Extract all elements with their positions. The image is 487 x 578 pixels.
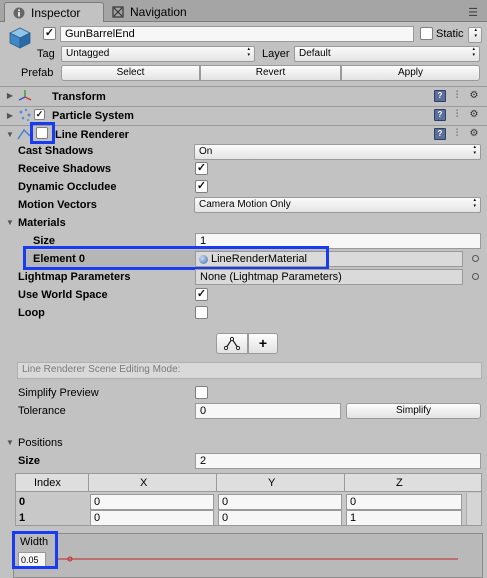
receive-shadows-checkbox[interactable]: ✓ — [195, 162, 208, 175]
divider — [0, 125, 487, 126]
dynamic-occludee-label: Dynamic Occludee — [18, 181, 117, 193]
materials-foldout-arrow[interactable]: ▼ — [5, 217, 15, 229]
active-checkbox[interactable]: ✓ — [43, 27, 56, 40]
receive-shadows-label: Receive Shadows — [18, 163, 111, 175]
cast-shadows-label: Cast Shadows — [18, 145, 94, 157]
line-renderer-foldout-arrow[interactable]: ▼ — [5, 129, 15, 141]
tab-menu-icon[interactable]: ☰ — [468, 6, 479, 19]
row0-x-input[interactable]: 0 — [90, 494, 214, 510]
tab-inspector[interactable]: Inspector — [4, 2, 104, 22]
transform-foldout-arrow[interactable]: ▶ — [5, 90, 15, 102]
edit-points-button[interactable] — [216, 333, 248, 354]
positions-table-scrollbar[interactable] — [466, 493, 481, 525]
line-renderer-icon — [17, 127, 31, 141]
row1-y-input[interactable]: 0 — [218, 510, 342, 526]
particle-system-title: Particle System — [52, 110, 134, 122]
gameobject-cube-icon — [8, 26, 32, 50]
help-book-icon[interactable]: ? — [434, 109, 446, 121]
edit-points-icon — [223, 336, 241, 351]
prefab-label: Prefab — [21, 67, 54, 79]
header-separator — [344, 474, 345, 492]
row1-index: 1 — [19, 512, 26, 524]
static-checkbox[interactable] — [420, 27, 433, 40]
scene-editing-mode-field: Line Renderer Scene Editing Mode: — [17, 362, 482, 379]
line-renderer-header-icons: ? ⫶ ⚙ — [434, 128, 480, 140]
preset-sliders-icon[interactable]: ⫶ — [451, 128, 463, 140]
highlight-width — [12, 531, 58, 569]
header-index: Index — [34, 477, 61, 489]
header-divider — [0, 86, 487, 87]
dynamic-occludee-checkbox[interactable]: ✓ — [195, 180, 208, 193]
help-book-icon[interactable]: ? — [434, 90, 446, 102]
prefab-revert-button[interactable]: Revert — [200, 65, 341, 81]
prefab-apply-button[interactable]: Apply — [341, 65, 480, 81]
motion-vectors-dropdown[interactable]: Camera Motion Only — [194, 197, 481, 213]
particle-system-foldout-arrow[interactable]: ▶ — [5, 110, 15, 122]
gear-icon[interactable]: ⚙ — [468, 90, 480, 102]
cast-shadows-dropdown[interactable]: On — [194, 144, 481, 160]
lightmap-params-label: Lightmap Parameters — [18, 271, 131, 283]
transform-icon — [17, 88, 33, 104]
lightmap-object-picker-icon[interactable] — [472, 273, 479, 280]
tab-navigation-label: Navigation — [130, 5, 187, 19]
simplify-preview-checkbox[interactable] — [195, 386, 208, 399]
header-separator — [88, 474, 89, 492]
static-dropdown[interactable] — [468, 27, 482, 43]
header-z: Z — [396, 477, 403, 489]
object-name-input[interactable]: GunBarrelEnd — [60, 26, 414, 42]
element0-object-picker-icon[interactable] — [472, 255, 479, 262]
lightmap-params-field[interactable]: None (Lightmap Parameters) — [195, 269, 463, 285]
particle-system-icon — [17, 107, 33, 123]
simplify-preview-label: Simplify Preview — [18, 387, 99, 399]
loop-label: Loop — [18, 307, 45, 319]
navigation-icon — [112, 6, 124, 18]
gear-icon[interactable]: ⚙ — [468, 109, 480, 121]
positions-label: Positions — [18, 437, 63, 449]
materials-label: Materials — [18, 217, 66, 229]
info-icon — [13, 7, 25, 19]
static-label: Static — [436, 28, 464, 40]
simplify-button[interactable]: Simplify — [346, 403, 481, 419]
layer-dropdown[interactable]: Default — [294, 46, 480, 62]
row0-y-input[interactable]: 0 — [218, 494, 342, 510]
prefab-select-button[interactable]: Select — [61, 65, 200, 81]
layer-label: Layer — [262, 48, 290, 60]
create-points-button[interactable]: + — [248, 333, 278, 354]
preset-sliders-icon[interactable]: ⫶ — [451, 109, 463, 121]
world-space-label: Use World Space — [18, 289, 108, 301]
particle-system-enabled-checkbox[interactable]: ✓ — [34, 109, 45, 120]
width-curve-area[interactable] — [13, 533, 483, 578]
row0-z-input[interactable]: 0 — [346, 494, 462, 510]
tolerance-input[interactable]: 0 — [195, 403, 341, 419]
gear-icon[interactable]: ⚙ — [468, 128, 480, 140]
motion-vectors-label: Motion Vectors — [18, 199, 97, 211]
help-book-icon[interactable]: ? — [434, 128, 446, 140]
row1-x-input[interactable]: 0 — [90, 510, 214, 526]
tag-label: Tag — [37, 48, 55, 60]
highlight-element0 — [23, 246, 329, 270]
positions-foldout-arrow[interactable]: ▼ — [5, 437, 15, 449]
row0-index: 0 — [19, 496, 26, 508]
width-curve-graph — [58, 556, 458, 562]
row1-z-input[interactable]: 1 — [346, 510, 462, 526]
tab-inspector-label: Inspector — [31, 5, 81, 20]
particle-system-header-icons: ? ⫶ ⚙ — [434, 109, 480, 121]
loop-checkbox[interactable] — [195, 306, 208, 319]
header-y: Y — [268, 477, 276, 489]
world-space-checkbox[interactable]: ✓ — [195, 288, 208, 301]
positions-size-label: Size — [18, 455, 41, 467]
positions-table-header — [16, 474, 481, 492]
positions-size-input[interactable]: 2 — [195, 453, 481, 469]
header-separator — [216, 474, 217, 492]
header-x: X — [140, 477, 148, 489]
tab-navigation[interactable]: Navigation — [104, 2, 204, 22]
transform-header-icons: ? ⫶ ⚙ — [434, 90, 480, 102]
highlight-enabled-checkbox — [30, 122, 55, 144]
tag-dropdown[interactable]: Untagged — [61, 46, 255, 62]
tolerance-label: Tolerance — [18, 405, 66, 417]
transform-title: Transform — [52, 91, 106, 103]
line-renderer-title: Line Renderer — [55, 129, 129, 141]
preset-sliders-icon[interactable]: ⫶ — [451, 90, 463, 102]
divider — [0, 106, 487, 107]
